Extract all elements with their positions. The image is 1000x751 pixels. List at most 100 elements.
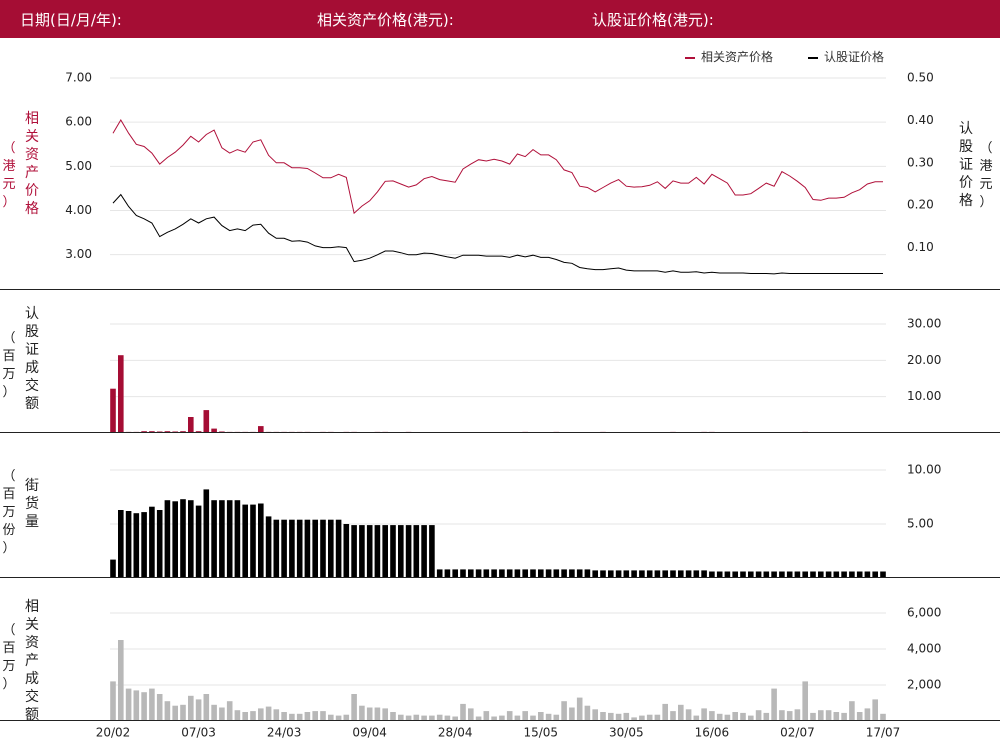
outstanding-bar [335, 519, 342, 578]
outstanding-bar [398, 525, 404, 578]
outstanding-bar [359, 525, 365, 578]
left-tick-label: 5.00 [65, 159, 92, 173]
asset-price-axis-title: 相关资产价格 [22, 110, 42, 218]
outstanding-bar [413, 525, 420, 578]
asset-turnover-bar [320, 711, 326, 721]
outstanding-bar [234, 500, 241, 578]
outstanding-bar [701, 570, 707, 578]
asset-turnover-bar [522, 711, 528, 721]
outstanding-bar [219, 500, 225, 578]
asset-turnover-bar [810, 712, 816, 721]
outstanding-bar [382, 525, 388, 578]
outstanding-bar [421, 525, 427, 578]
asset-turnover-bar [802, 681, 808, 721]
outstanding-bar [678, 570, 684, 578]
outstanding-axis-unit: （百万份） [0, 468, 18, 558]
outstanding-bar [561, 569, 567, 578]
asset-turnover-bar [188, 695, 194, 721]
asset-turnover-bar [234, 710, 241, 721]
x-tick-label: 16/06 [695, 726, 730, 740]
outstanding-bar [312, 519, 318, 578]
outstanding-bar [273, 519, 280, 578]
asset-turnover-bar [258, 708, 264, 721]
outstanding-bar [662, 570, 668, 578]
asset-turnover-bar [685, 709, 692, 721]
asset-turnover-bar [483, 711, 490, 721]
outstanding-bar [584, 569, 591, 578]
asset-turnover-bar [242, 712, 248, 721]
asset-turnover-bar [211, 704, 217, 721]
outstanding-bar [304, 519, 311, 578]
asset-turnover-tick-label: 4,000 [907, 642, 941, 656]
x-tick-label: 28/04 [438, 726, 473, 740]
outstanding-unit-text: 百万份 [2, 487, 16, 538]
outstanding-bar [195, 505, 202, 578]
asset-turnover-bar [600, 712, 606, 721]
asset-turnover-bar [576, 697, 583, 721]
outstanding-bar [164, 500, 171, 578]
outstanding-bar [639, 570, 645, 578]
asset-turnover-bar [755, 710, 762, 721]
asset-turnover-bar [273, 709, 280, 721]
warrant-turnover-bar [258, 426, 264, 433]
outstanding-bar [623, 570, 630, 578]
warrant-turnover-bar [118, 355, 124, 433]
asset-turnover-bar [351, 694, 357, 721]
warrant-turnover-tick-label: 20.00 [907, 353, 941, 367]
asset-price-unit-text: 港元 [2, 159, 16, 192]
outstanding-bar [328, 519, 334, 578]
asset-price-axis-text: 相关资产价格 [25, 111, 39, 217]
asset-turnover-bar [841, 712, 847, 721]
warrant-price-unit-text: 港元 [979, 159, 993, 192]
outstanding-axis-title: 街货量 [22, 477, 42, 531]
asset-turnover-bar [296, 713, 303, 721]
outstanding-bar [499, 569, 505, 578]
left-tick-label: 4.00 [65, 203, 92, 217]
asset-turnover-bar [608, 712, 614, 721]
asset-turnover-bar [281, 712, 287, 721]
outstanding-bar [592, 570, 598, 578]
outstanding-bar [366, 525, 373, 578]
outstanding-tick-label: 5.00 [907, 517, 934, 531]
outstanding-bar [491, 569, 497, 578]
outstanding-bar [258, 503, 264, 578]
right-tick-label: 0.50 [907, 71, 934, 85]
x-tick-label: 20/02 [96, 726, 131, 740]
outstanding-bar [390, 525, 396, 578]
asset-turnover-bar [304, 712, 311, 721]
asset-turnover-bar [374, 707, 381, 721]
warrant-turnover-bar [188, 417, 194, 433]
outstanding-bar [553, 569, 560, 578]
x-tick-label: 30/05 [609, 726, 644, 740]
outstanding-axis-text: 街货量 [25, 478, 39, 530]
right-tick-label: 0.30 [907, 155, 934, 169]
asset-turnover-bar [825, 710, 832, 721]
warrant-turnover-unit-text: 百万 [2, 349, 16, 382]
left-tick-label: 6.00 [65, 115, 92, 129]
asset-turnover-bar [701, 708, 707, 721]
asset-turnover-bar [538, 712, 544, 721]
outstanding-bar [296, 519, 303, 578]
warrant-turnover-axis-unit: （百万） [0, 330, 18, 402]
outstanding-bar [460, 569, 466, 578]
asset-turnover-bar [592, 709, 598, 721]
outstanding-bar [156, 510, 163, 578]
asset-turnover-axis-unit: （百万） [0, 622, 18, 694]
warrant-turnover-tick-label: 30.00 [907, 317, 941, 331]
outstanding-bar [444, 569, 451, 578]
outstanding-bar [211, 500, 217, 578]
outstanding-bar [265, 516, 272, 578]
outstanding-bar [125, 511, 132, 578]
asset-turnover-bar [172, 705, 178, 721]
asset-turnover-bar [149, 688, 155, 721]
asset-turnover-bar [141, 692, 147, 721]
outstanding-bar [483, 569, 490, 578]
warrant-turnover-axis-text: 认股证成交额 [25, 306, 39, 412]
asset-turnover-bar [195, 699, 202, 721]
outstanding-bar [250, 504, 256, 578]
warrant-turnover-bar [110, 388, 116, 433]
asset-turnover-bar [289, 713, 295, 721]
outstanding-tick-label: 10.00 [907, 463, 941, 477]
warrant-price-axis-unit: （港元） [977, 140, 995, 212]
asset-turnover-bar [133, 690, 140, 721]
